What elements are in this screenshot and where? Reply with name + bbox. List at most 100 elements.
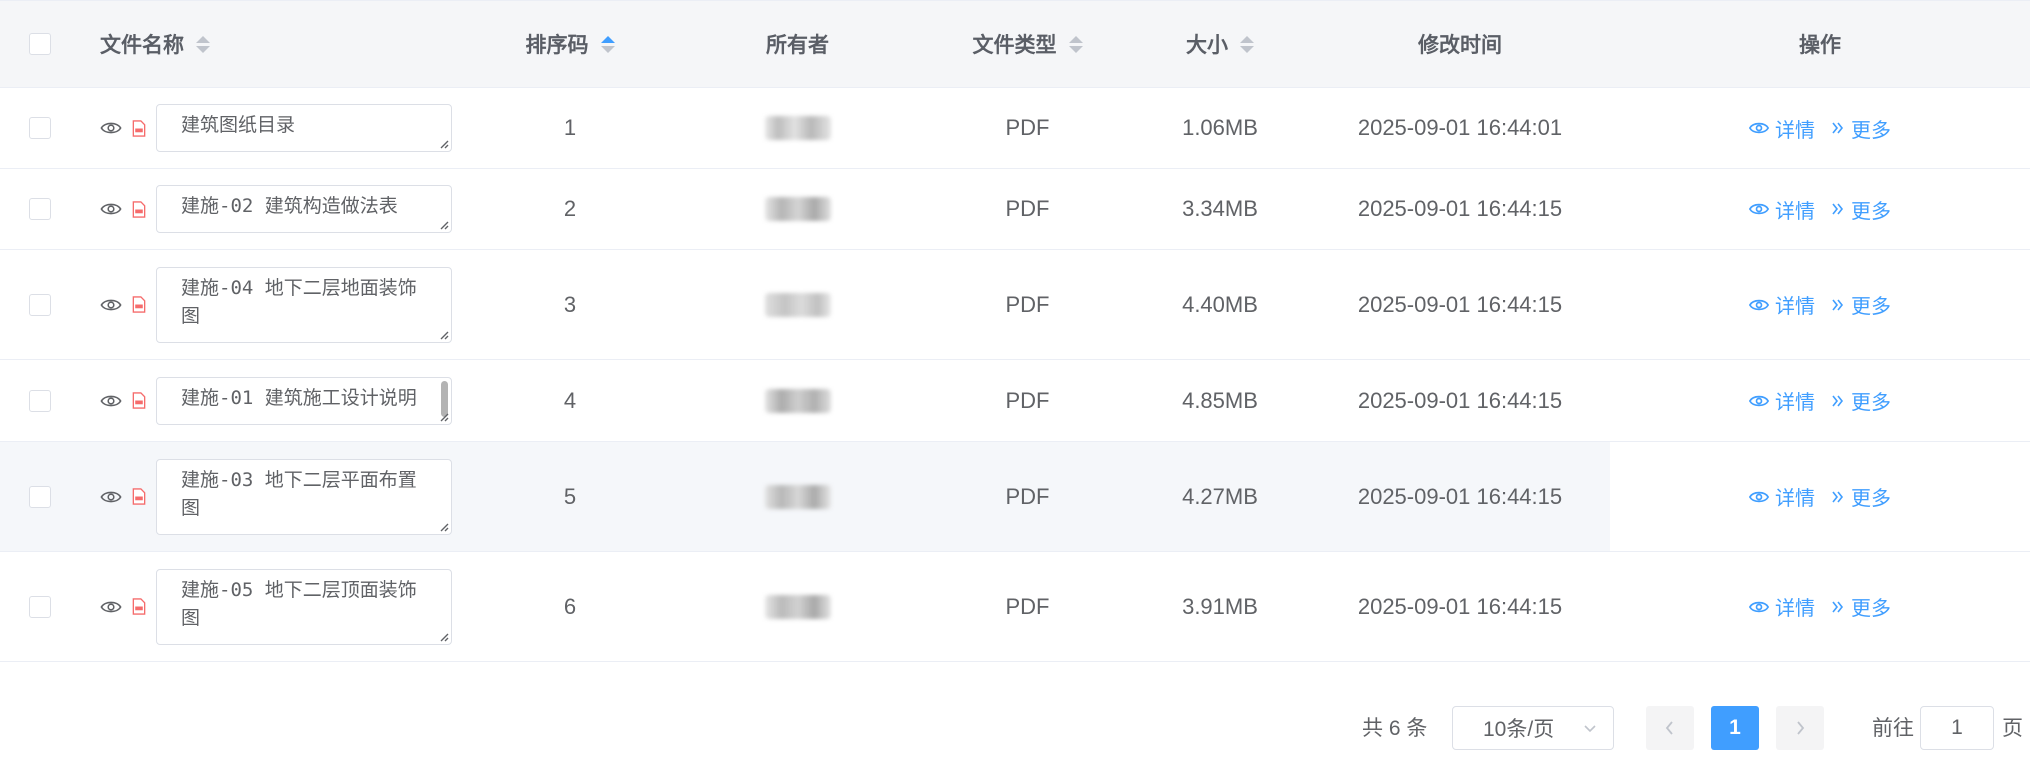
owner-name-blurred — [764, 484, 831, 509]
prev-page-button[interactable] — [1646, 706, 1694, 750]
table-row: 建施-01 建筑施工设计说明 4 PDF 4.85MB 2025-09-01 1… — [0, 360, 2030, 442]
sort-caret-icon[interactable] — [1068, 35, 1083, 53]
detail-button[interactable]: 详情 — [1749, 482, 1815, 511]
col-modified-time: 修改时间 — [1310, 1, 1610, 87]
owner — [670, 552, 925, 661]
chevron-right-icon — [1797, 721, 1805, 735]
file-name-input[interactable]: 建筑图纸目录 — [156, 104, 452, 152]
pagination-total: 共 6 条 — [1362, 717, 1428, 740]
more-button[interactable]: 更多 — [1831, 195, 1891, 224]
modified-time: 2025-09-01 16:44:15 — [1357, 593, 1563, 619]
file-size: 4.85MB — [1182, 387, 1258, 413]
more-label: 更多 — [1851, 119, 1891, 142]
owner-name-blurred — [764, 116, 831, 140]
chevron-left-icon — [1665, 721, 1673, 735]
detail-eye-icon — [1749, 491, 1769, 502]
more-button[interactable]: 更多 — [1831, 114, 1891, 143]
table-row: 建筑图纸目录 1 PDF 1.06MB 2025-09-01 16:44:01 … — [0, 88, 2030, 169]
file-name-input[interactable]: 建施-01 建筑施工设计说明 — [156, 376, 452, 425]
file-name-input[interactable]: 建施-05 地下二层顶面装饰图 — [156, 568, 452, 645]
more-label: 更多 — [1851, 598, 1891, 620]
modified-time: 2025-09-01 16:44:15 — [1357, 291, 1563, 317]
owner-name-blurred — [764, 197, 831, 221]
owner — [670, 88, 925, 168]
pdf-file-icon — [132, 200, 146, 218]
detail-button[interactable]: 详情 — [1749, 114, 1815, 143]
file-name-text: 建施-05 地下二层顶面装饰图 — [181, 578, 417, 629]
eye-icon[interactable] — [100, 202, 122, 216]
sort-code: 1 — [563, 115, 577, 140]
more-label: 更多 — [1851, 488, 1891, 510]
col-file-name[interactable]: 文件名称 — [100, 1, 470, 87]
col-size[interactable]: 大小 — [1130, 1, 1310, 87]
row-checkbox[interactable] — [29, 293, 51, 316]
sort-caret-icon[interactable] — [600, 35, 615, 53]
file-size: 3.34MB — [1182, 196, 1258, 221]
col-file-type[interactable]: 文件类型 — [925, 1, 1130, 87]
col-file-type-label: 文件类型 — [972, 34, 1057, 57]
owner — [670, 169, 925, 249]
file-type: PDF — [1005, 291, 1050, 317]
file-name-input[interactable]: 建施-03 地下二层平面布置图 — [156, 458, 452, 535]
eye-icon[interactable] — [100, 490, 122, 504]
detail-eye-icon — [1749, 395, 1769, 406]
detail-label: 详情 — [1775, 200, 1815, 223]
page-size-value: 10条/页 — [1483, 718, 1555, 741]
next-page-button[interactable] — [1776, 706, 1824, 750]
eye-icon[interactable] — [100, 394, 122, 408]
detail-button[interactable]: 详情 — [1749, 592, 1815, 621]
row-checkbox[interactable] — [29, 389, 51, 412]
table-row: 建施-05 地下二层顶面装饰图 6 PDF 3.91MB 2025-09-01 … — [0, 552, 2030, 662]
table-row: 建施-04 地下二层地面装饰图 3 PDF 4.40MB 2025-09-01 … — [0, 250, 2030, 360]
pdf-file-icon — [132, 296, 146, 313]
eye-icon[interactable] — [100, 121, 122, 135]
detail-button[interactable]: 详情 — [1749, 386, 1815, 415]
detail-label: 详情 — [1775, 119, 1815, 142]
goto-page-input[interactable] — [1920, 706, 1994, 750]
detail-eye-icon — [1749, 601, 1769, 612]
detail-eye-icon — [1749, 122, 1769, 134]
sort-code: 5 — [563, 483, 577, 509]
col-sort-code[interactable]: 排序码 — [470, 1, 670, 87]
modified-time: 2025-09-01 16:44:15 — [1357, 196, 1563, 221]
sort-caret-icon[interactable] — [196, 35, 210, 53]
row-checkbox[interactable] — [29, 117, 51, 139]
detail-label: 详情 — [1775, 296, 1815, 318]
more-button[interactable]: 更多 — [1831, 290, 1891, 319]
page-number-button[interactable]: 1 — [1711, 706, 1759, 750]
pdf-file-icon — [132, 119, 146, 137]
more-label: 更多 — [1851, 296, 1891, 318]
more-button[interactable]: 更多 — [1831, 592, 1891, 621]
eye-icon[interactable] — [100, 298, 122, 312]
detail-button[interactable]: 详情 — [1749, 195, 1815, 224]
col-actions: 操作 — [1610, 1, 2030, 87]
col-owner-label: 所有者 — [766, 34, 829, 57]
more-button[interactable]: 更多 — [1831, 482, 1891, 511]
sort-code: 4 — [563, 387, 577, 413]
sort-code: 6 — [563, 593, 577, 619]
sort-code: 3 — [563, 291, 577, 317]
file-name-input[interactable]: 建施-04 地下二层地面装饰图 — [156, 266, 452, 343]
table-header: 文件名称 排序码 所有者 文件类型 大小 修改时间 操作 — [0, 0, 2030, 88]
file-name-input[interactable]: 建施-02 建筑构造做法表 — [156, 185, 452, 233]
pdf-file-icon — [132, 392, 146, 409]
owner — [670, 250, 925, 359]
row-checkbox[interactable] — [29, 485, 51, 508]
pdf-file-icon — [132, 598, 146, 615]
table-row: 建施-02 建筑构造做法表 2 PDF 3.34MB 2025-09-01 16… — [0, 169, 2030, 250]
sort-caret-icon[interactable] — [1240, 35, 1254, 53]
more-chevrons-icon — [1832, 601, 1844, 612]
more-chevrons-icon — [1832, 395, 1844, 406]
row-checkbox[interactable] — [29, 595, 51, 618]
file-type: PDF — [1005, 196, 1050, 221]
row-checkbox[interactable] — [29, 198, 51, 220]
more-label: 更多 — [1851, 200, 1891, 223]
select-all-checkbox[interactable] — [29, 33, 51, 55]
detail-button[interactable]: 详情 — [1749, 290, 1815, 319]
page-size-select[interactable]: 10条/页 — [1452, 706, 1614, 750]
eye-icon[interactable] — [100, 600, 122, 614]
detail-label: 详情 — [1775, 488, 1815, 510]
col-sort-code-label: 排序码 — [525, 34, 589, 57]
col-size-label: 大小 — [1186, 34, 1228, 57]
more-button[interactable]: 更多 — [1831, 386, 1891, 415]
